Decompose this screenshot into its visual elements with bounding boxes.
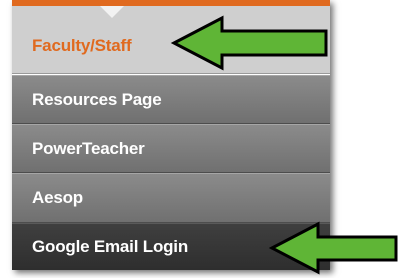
menu-item-resources-page[interactable]: Resources Page (12, 75, 330, 124)
menu-item-aesop[interactable]: Aesop (12, 173, 330, 223)
arrow-left-icon (268, 221, 398, 275)
menu-notch (100, 6, 124, 18)
menu-item-label: PowerTeacher (32, 138, 145, 158)
menu-item-label: Google Email Login (32, 237, 189, 256)
menu-item-label: Resources Page (32, 89, 162, 109)
menu-item-label: Faculty/Staff (32, 35, 132, 55)
arrow-left-icon (170, 15, 328, 71)
menu-item-label: Aesop (32, 188, 83, 207)
menu-item-powerteacher[interactable]: PowerTeacher (12, 124, 330, 173)
